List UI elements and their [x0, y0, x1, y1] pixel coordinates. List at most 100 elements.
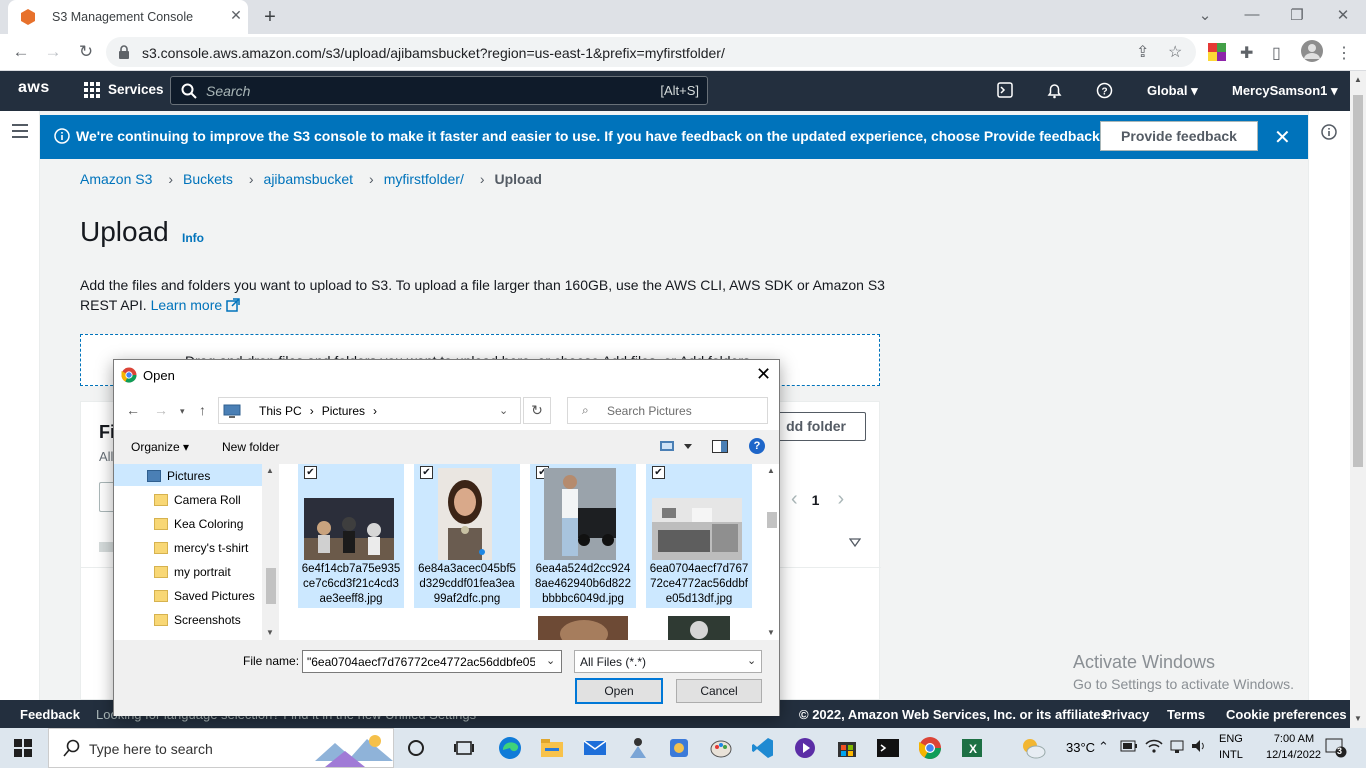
minimize-icon[interactable]: —: [1237, 6, 1267, 23]
organize-menu[interactable]: Organize ▾: [131, 440, 189, 454]
mail-icon[interactable]: [583, 736, 607, 760]
aws-logo[interactable]: aws: [18, 79, 50, 97]
add-folder-button[interactable]: dd folder: [771, 412, 866, 441]
tree-item-pictures[interactable]: Pictures: [167, 469, 210, 483]
info-panel-icon[interactable]: [1321, 124, 1337, 140]
grid-scroll-down-icon[interactable]: ▼: [767, 628, 775, 637]
new-folder-button[interactable]: New folder: [222, 440, 279, 454]
cancel-button[interactable]: Cancel: [676, 679, 762, 703]
address-bar[interactable]: s3.console.aws.amazon.com/s3/upload/ajib…: [106, 37, 1196, 67]
footer-terms-link[interactable]: Terms: [1167, 707, 1205, 722]
up-folder-icon[interactable]: ↑: [199, 402, 206, 418]
notifications-bell-icon[interactable]: [1046, 82, 1063, 99]
reload-icon[interactable]: ↻: [75, 42, 97, 64]
grid-scrollbar-thumb[interactable]: [767, 512, 777, 528]
region-selector[interactable]: Global ▾: [1147, 83, 1198, 99]
breadcrumb-bucket[interactable]: ajibamsbucket: [264, 171, 354, 187]
tree-item-camera-roll[interactable]: Camera Roll: [174, 493, 241, 507]
breadcrumb-amazon-s3[interactable]: Amazon S3: [80, 171, 152, 187]
notifications-icon[interactable]: [1325, 738, 1347, 758]
file-explorer-icon[interactable]: [540, 736, 564, 760]
dialog-close-icon[interactable]: ✕: [756, 364, 771, 385]
open-button[interactable]: Open: [575, 678, 663, 704]
app-colorful-icon[interactable]: [667, 736, 691, 760]
extensions-puzzle-icon[interactable]: ✚: [1240, 43, 1253, 63]
cloudshell-icon[interactable]: [997, 82, 1013, 98]
network-icon[interactable]: [1169, 738, 1185, 754]
paint-icon[interactable]: [709, 736, 733, 760]
window-close-icon[interactable]: ✕: [1328, 6, 1358, 24]
browser-menu-icon[interactable]: ⋮: [1336, 43, 1352, 63]
tree-item-kea-coloring[interactable]: Kea Coloring: [174, 517, 243, 531]
breadcrumb-folder[interactable]: myfirstfolder/: [384, 171, 464, 187]
tree-scrollbar-thumb[interactable]: [266, 568, 276, 604]
extension-colorful-icon[interactable]: [1208, 43, 1226, 61]
account-menu[interactable]: MercySamson1 ▾: [1232, 83, 1338, 99]
windows-start-icon[interactable]: [14, 739, 32, 757]
learn-more-link[interactable]: Learn more: [151, 297, 240, 313]
tree-item-screenshots[interactable]: Screenshots: [174, 613, 241, 627]
volume-icon[interactable]: [1191, 738, 1207, 754]
footer-cookie-link[interactable]: Cookie preferences: [1226, 707, 1347, 722]
wifi-icon[interactable]: [1145, 738, 1163, 754]
path-dropdown-icon[interactable]: ⌄: [499, 404, 508, 417]
close-banner-icon[interactable]: ✕: [1274, 125, 1291, 150]
footer-feedback-link[interactable]: Feedback: [20, 707, 80, 722]
dialog-search-input[interactable]: ⌕ Search Pictures: [567, 397, 768, 424]
weather-icon[interactable]: [1020, 736, 1046, 760]
tree-item-mercys-tshirt[interactable]: mercy's t-shirt: [174, 541, 248, 555]
new-tab-icon[interactable]: +: [258, 6, 282, 29]
clock-time[interactable]: 7:00 AM: [1270, 733, 1318, 745]
tree-item-my-portrait[interactable]: my portrait: [174, 565, 231, 579]
change-view-icon[interactable]: [660, 440, 696, 452]
footer-privacy-link[interactable]: Privacy: [1103, 707, 1149, 722]
tab-search-icon[interactable]: ⌄: [1190, 6, 1220, 24]
app-figure-icon[interactable]: [626, 736, 650, 760]
path-pictures[interactable]: Pictures: [322, 404, 365, 418]
sort-caret-icon[interactable]: [849, 538, 861, 548]
file-type-select[interactable]: All Files (*.*) ⌄: [574, 650, 762, 673]
excel-icon[interactable]: X: [960, 736, 984, 760]
input-language[interactable]: ENG: [1219, 733, 1243, 745]
dialog-help-icon[interactable]: ?: [749, 438, 765, 454]
path-this-pc[interactable]: This PC: [259, 404, 302, 418]
terminal-icon[interactable]: [876, 736, 900, 760]
bookmark-star-icon[interactable]: ☆: [1168, 42, 1182, 62]
clock-date[interactable]: 12/14/2022: [1266, 749, 1321, 761]
forward-icon[interactable]: →: [42, 42, 64, 64]
file-checkbox[interactable]: ✔: [304, 466, 317, 479]
share-icon[interactable]: ⇪: [1136, 42, 1149, 62]
side-panel-icon[interactable]: ▯: [1272, 43, 1281, 63]
file-checkbox[interactable]: ✔: [420, 466, 433, 479]
media-app-icon[interactable]: [793, 736, 817, 760]
dialog-back-icon[interactable]: ←: [126, 402, 140, 418]
help-icon[interactable]: ?: [1096, 82, 1113, 99]
scroll-down-icon[interactable]: ▼: [1354, 714, 1362, 723]
cortana-icon[interactable]: [404, 736, 428, 760]
task-view-icon[interactable]: [452, 736, 476, 760]
tree-item-saved-pictures[interactable]: Saved Pictures: [174, 589, 255, 603]
breadcrumb-buckets[interactable]: Buckets: [183, 171, 233, 187]
hamburger-menu-icon[interactable]: [12, 124, 28, 138]
restore-icon[interactable]: ❐: [1282, 6, 1312, 24]
tree-scrollbar[interactable]: ▲ ▼: [262, 464, 279, 640]
provide-feedback-button[interactable]: Provide feedback: [1100, 121, 1258, 151]
services-menu[interactable]: Services: [84, 82, 164, 99]
path-bar[interactable]: This PC › Pictures › ⌄: [218, 397, 521, 424]
scrollbar-thumb[interactable]: [1353, 95, 1363, 467]
file-grid-scrollbar[interactable]: ▲ ▼: [765, 464, 779, 640]
tab-close-icon[interactable]: ✕: [226, 7, 246, 24]
taskbar-search-box[interactable]: Type here to search: [48, 728, 394, 768]
back-icon[interactable]: ←: [10, 42, 32, 64]
recent-locations-icon[interactable]: ▾: [180, 406, 185, 417]
tray-chevron-up-icon[interactable]: ⌃: [1098, 739, 1109, 755]
store-icon[interactable]: [835, 736, 859, 760]
file-checkbox[interactable]: ✔: [652, 466, 665, 479]
grid-scroll-up-icon[interactable]: ▲: [767, 466, 775, 475]
preview-pane-icon[interactable]: [712, 440, 728, 453]
prev-page-icon[interactable]: ‹: [791, 488, 798, 510]
file-name-input[interactable]: "6ea0704aecf7d76772ce4772ac56ddbfe05d13d…: [302, 650, 562, 673]
refresh-icon[interactable]: ↻: [523, 397, 551, 424]
file-item[interactable]: ✔ 6e4f14cb7a75e935ce7c6cd3f21c4cd3ae3eef…: [298, 464, 404, 608]
browser-tab[interactable]: S3 Management Console ✕: [8, 0, 248, 34]
